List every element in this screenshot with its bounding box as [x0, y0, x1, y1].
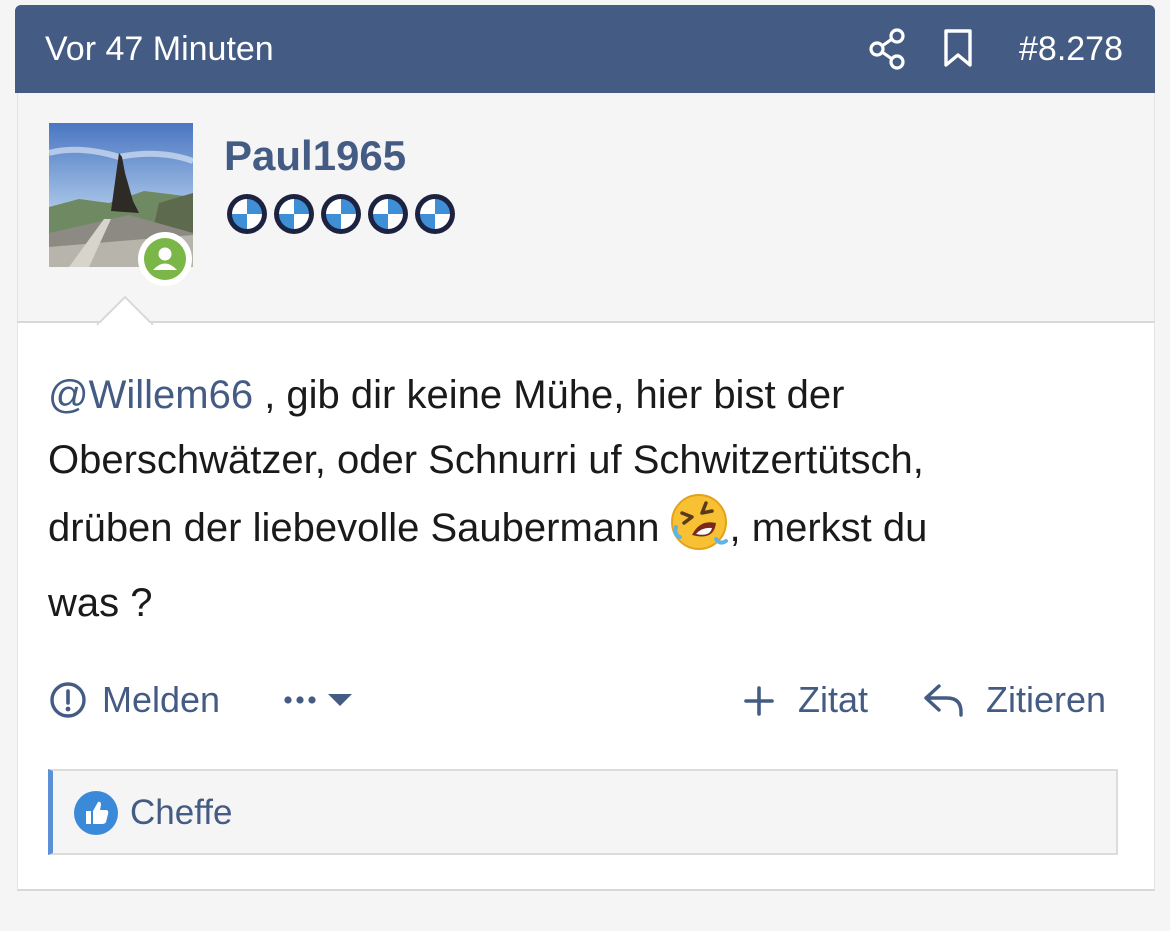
message-line-3a: drüben der liebevolle Saubermann	[48, 506, 660, 550]
multi-quote-label: Zitat	[798, 679, 869, 720]
message-line-4: was ?	[48, 581, 153, 625]
plus-icon	[744, 686, 774, 716]
bookmark-icon[interactable]	[942, 27, 974, 76]
post-timestamp[interactable]: Vor 47 Minuten	[45, 29, 274, 69]
user-mention-link[interactable]: @Willem66	[48, 373, 253, 417]
reply-arrow-icon	[924, 684, 963, 717]
reply-quote-label: Zitieren	[986, 679, 1107, 720]
rank-roundels-icon	[223, 192, 463, 236]
rank-roundel	[321, 194, 361, 234]
share-icon[interactable]	[868, 27, 908, 76]
rolling-laughing-emoji	[670, 493, 728, 571]
rank-roundel	[274, 194, 314, 234]
reaction-summary[interactable]: Cheffe	[48, 769, 1118, 855]
report-label: Melden	[102, 679, 221, 720]
message-line-2: Oberschwätzer, oder Schnurri uf Schwitze…	[48, 438, 924, 482]
post-body: @Willem66 , gib dir keine Mühe, hier bis…	[17, 295, 1155, 891]
post-number[interactable]: #8.278	[1019, 29, 1123, 69]
rank-roundel	[415, 194, 455, 234]
rank-roundel	[227, 194, 267, 234]
reaction-username[interactable]: Cheffe	[130, 793, 233, 833]
message-line-3b: , merkst du	[729, 506, 928, 550]
author-block: Paul1965	[17, 93, 1155, 321]
post-message: @Willem66 , gib dir keine Mühe, hier bis…	[48, 363, 1108, 636]
thumbs-up-icon	[73, 790, 119, 841]
message-line-1: , gib dir keine Mühe, hier bist der	[253, 373, 845, 417]
user-online-icon	[137, 231, 193, 287]
post-header: Vor 47 Minuten #8.278	[15, 5, 1155, 93]
rank-roundel	[368, 194, 408, 234]
author-username[interactable]: Paul1965	[224, 133, 406, 179]
forum-post: Vor 47 Minuten #8.278 Paul1965 @Willem66…	[15, 5, 1155, 891]
report-icon	[50, 682, 86, 718]
